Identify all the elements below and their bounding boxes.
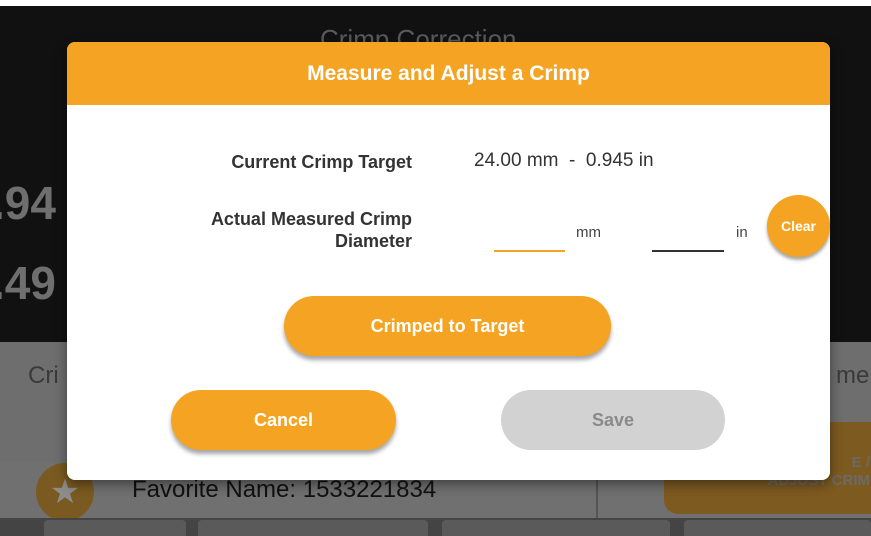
save-button[interactable]: Save [501,390,725,450]
in-unit-label: in [736,224,748,241]
mm-unit-label: mm [576,224,601,241]
background-tab [684,520,871,536]
actual-measured-label: Actual Measured Crimp Diameter [107,208,412,252]
background-value-2: .49 [0,257,56,309]
background-tab [198,520,428,536]
mm-input[interactable] [494,222,565,252]
background-label-left: Cri [28,362,59,389]
dialog-title: Measure and Adjust a Crimp [67,42,830,105]
background-label-right: mer [836,362,871,389]
background-favorite-name: Favorite Name: 1533221834 [132,476,437,503]
cancel-button[interactable]: Cancel [171,390,396,450]
current-target-value: 24.00 mm - 0.945 in [474,150,654,171]
actual-measured-label-line2: Diameter [334,231,412,251]
background-tab [44,520,186,536]
in-input[interactable] [652,222,724,252]
clear-button[interactable]: Clear [767,195,830,257]
actual-measured-label-line1: Actual Measured Crimp [210,209,412,229]
crimped-to-target-button[interactable]: Crimped to Target [284,296,611,356]
background-tab [442,520,670,536]
current-target-label: Current Crimp Target [231,152,412,172]
background-top-strip [0,0,871,6]
background-value-1: .94 [0,177,56,229]
measure-adjust-dialog: Measure and Adjust a Crimp Current Crimp… [67,42,830,480]
